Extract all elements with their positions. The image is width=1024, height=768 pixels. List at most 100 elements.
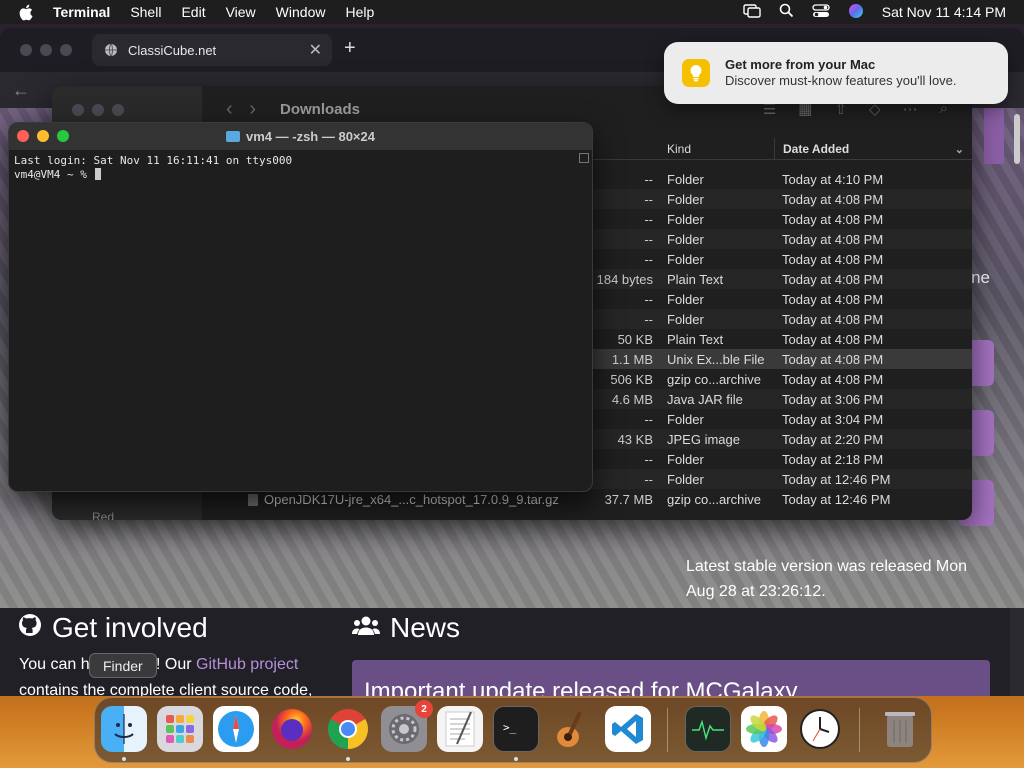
firefox-icon[interactable] xyxy=(269,706,315,752)
notification-title: Get more from your Mac xyxy=(725,57,876,72)
page-accent-strip xyxy=(984,108,1004,164)
safari-icon[interactable] xyxy=(213,706,259,752)
browser-tab[interactable]: ClassiCube.net ✕ xyxy=(92,34,332,66)
sidebar-tag-red[interactable]: Red xyxy=(92,510,114,520)
terminal-last-login: Last login: Sat Nov 11 16:11:41 on ttys0… xyxy=(14,154,293,167)
new-tab-icon[interactable]: + xyxy=(344,37,356,60)
trash-icon[interactable] xyxy=(877,706,923,752)
file-size: -- xyxy=(644,292,653,307)
finder-app-icon[interactable] xyxy=(101,706,147,752)
file-size: 184 bytes xyxy=(596,272,653,287)
close-tab-icon[interactable]: ✕ xyxy=(309,40,322,60)
menu-help[interactable]: Help xyxy=(345,4,374,20)
menu-shell[interactable]: Shell xyxy=(130,4,161,20)
menubar-clock[interactable]: Sat Nov 11 4:14 PM xyxy=(882,4,1006,20)
control-center-icon[interactable] xyxy=(812,3,830,21)
screen-mirroring-icon[interactable] xyxy=(743,3,761,21)
launchpad-icon[interactable] xyxy=(157,706,203,752)
file-date-added: Today at 4:10 PM xyxy=(782,172,884,187)
file-size: -- xyxy=(644,232,653,247)
users-icon xyxy=(352,612,380,644)
running-indicator xyxy=(514,757,518,761)
zoom-window-button[interactable] xyxy=(57,130,69,142)
file-kind: Folder xyxy=(667,452,704,467)
browser-scrollbar[interactable] xyxy=(1014,114,1020,164)
file-date-added: Today at 3:06 PM xyxy=(782,392,884,407)
terminal-prompt: vm4@VM4 ~ % xyxy=(14,168,94,181)
file-kind: Folder xyxy=(667,172,704,187)
file-kind: Folder xyxy=(667,472,704,487)
github-project-link[interactable]: GitHub project xyxy=(196,656,298,673)
back-arrow-icon[interactable]: ← xyxy=(12,80,30,101)
file-kind: Java JAR file xyxy=(667,392,743,407)
file-date-added: Today at 12:46 PM xyxy=(782,472,891,487)
clock-icon[interactable] xyxy=(797,706,843,752)
file-date-added: Today at 4:08 PM xyxy=(782,192,884,207)
file-size: 1.1 MB xyxy=(611,352,653,367)
browser-window-controls[interactable] xyxy=(0,44,72,56)
chrome-icon[interactable] xyxy=(325,706,371,752)
terminal-window-controls[interactable] xyxy=(17,130,69,142)
notification-body: Discover must-know features you'll love. xyxy=(725,73,957,88)
browser-tab-title: ClassiCube.net xyxy=(128,42,217,58)
system-settings-icon[interactable]: 2 xyxy=(381,700,433,752)
file-size: -- xyxy=(644,192,653,207)
file-date-added: Today at 4:08 PM xyxy=(782,372,884,387)
siri-icon[interactable] xyxy=(848,3,864,22)
menu-edit[interactable]: Edit xyxy=(181,4,205,20)
file-size: -- xyxy=(644,252,653,267)
textedit-icon[interactable] xyxy=(437,706,483,752)
file-size: -- xyxy=(644,472,653,487)
dock-separator xyxy=(859,708,860,752)
file-kind: Folder xyxy=(667,192,704,207)
menu-app-name[interactable]: Terminal xyxy=(53,4,110,20)
file-date-added: Today at 4:08 PM xyxy=(782,212,884,227)
minimize-window-button[interactable] xyxy=(37,130,49,142)
notification-badge: 2 xyxy=(415,700,433,718)
dock-tooltip: Finder xyxy=(89,653,157,678)
file-size: -- xyxy=(644,172,653,187)
file-date-added: Today at 12:46 PM xyxy=(782,492,891,507)
file-kind: Plain Text xyxy=(667,332,724,347)
activity-monitor-icon[interactable] xyxy=(685,706,731,752)
table-row[interactable]: OpenJDK17U-jre_x64_...c_hotspot_17.0.9_9… xyxy=(202,489,972,509)
notification-banner[interactable]: Get more from your Mac Discover must-kno… xyxy=(664,42,1008,104)
github-icon xyxy=(18,612,42,644)
terminal-app-icon[interactable]: >_ xyxy=(493,706,539,752)
file-date-added: Today at 4:08 PM xyxy=(782,292,884,307)
file-size: 506 KB xyxy=(610,372,653,387)
globe-icon xyxy=(104,43,118,57)
terminal-scroll-icon[interactable] xyxy=(579,153,589,163)
vscode-icon[interactable] xyxy=(605,706,651,752)
file-size: -- xyxy=(644,452,653,467)
terminal-window: vm4 — -zsh — 80×24 Last login: Sat Nov 1… xyxy=(8,122,593,492)
kind-column-header[interactable]: Kind xyxy=(667,142,691,156)
menu-window[interactable]: Window xyxy=(276,4,326,20)
page-heading-fragment: ne xyxy=(971,268,990,287)
menu-view[interactable]: View xyxy=(226,4,256,20)
menu-bar: Terminal Shell Edit View Window Help Sat… xyxy=(0,0,1024,24)
apple-menu-icon[interactable] xyxy=(18,4,36,21)
terminal-title: vm4 — -zsh — 80×24 xyxy=(246,129,375,144)
file-kind: Unix Ex...ble File xyxy=(667,352,765,367)
terminal-content[interactable]: Last login: Sat Nov 11 16:11:41 on ttys0… xyxy=(9,150,592,186)
dock: 2 >_ xyxy=(94,697,932,763)
archive-file-icon xyxy=(248,493,258,506)
spotlight-search-icon[interactable] xyxy=(779,3,794,21)
close-window-button[interactable] xyxy=(17,130,29,142)
file-date-added: Today at 2:18 PM xyxy=(782,452,884,467)
finder-back-forward-icon[interactable]: ‹ › xyxy=(226,98,256,121)
page-lower-section: Get involved You can h t! Our GitHub proj… xyxy=(0,608,1010,696)
photos-icon[interactable] xyxy=(741,706,787,752)
terminal-title-bar[interactable]: vm4 — -zsh — 80×24 xyxy=(9,123,592,150)
finder-window-controls[interactable] xyxy=(72,104,124,116)
file-size: 4.6 MB xyxy=(611,392,653,407)
news-card[interactable]: Important update released for MCGalaxy xyxy=(352,660,990,696)
terminal-cursor xyxy=(95,168,102,180)
garageband-icon[interactable] xyxy=(549,706,595,752)
file-kind: Folder xyxy=(667,312,704,327)
date-added-column-header[interactable]: Date Added ⌄ xyxy=(774,138,972,160)
file-date-added: Today at 3:04 PM xyxy=(782,412,884,427)
file-date-added: Today at 4:08 PM xyxy=(782,352,884,367)
finder-folder-title: Downloads xyxy=(280,100,361,118)
